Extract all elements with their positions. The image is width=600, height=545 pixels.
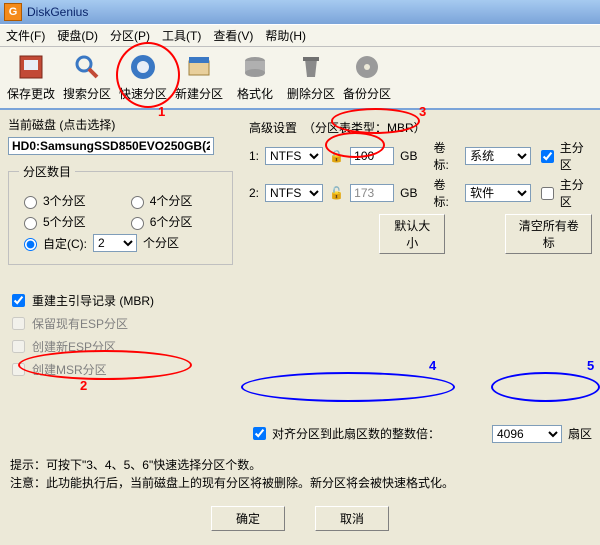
annot-circle-5 bbox=[491, 372, 600, 402]
tool-search[interactable]: 搜索分区 bbox=[62, 51, 112, 102]
custom-count-select[interactable]: 2 bbox=[93, 234, 137, 252]
annot-circle-3a bbox=[331, 108, 420, 134]
fs-select-2[interactable]: NTFS bbox=[265, 184, 323, 202]
partition-count-group: 分区数目 3个分区 4个分区 5个分区 6个分区 自定(C): 2 个分区 bbox=[8, 163, 233, 265]
tool-backup[interactable]: 备份分区 bbox=[342, 51, 392, 102]
disk-select-input[interactable] bbox=[8, 137, 214, 155]
annot-circle-1 bbox=[116, 42, 180, 108]
primary-chk-2[interactable]: 主分区 bbox=[537, 176, 592, 210]
tool-format[interactable]: 格式化 bbox=[230, 51, 280, 102]
radio-3[interactable]: 3个分区 bbox=[19, 192, 86, 209]
fs-select-1[interactable]: NTFS bbox=[265, 147, 323, 165]
radio-custom[interactable]: 自定(C): bbox=[19, 234, 87, 252]
menu-file[interactable]: 文件(F) bbox=[6, 27, 45, 44]
vol-select-2[interactable]: 软件 bbox=[465, 184, 531, 202]
annot-2: 2 bbox=[80, 378, 87, 393]
default-size-button[interactable]: 默认大小 bbox=[379, 214, 445, 254]
adv-label: 高级设置 bbox=[249, 119, 297, 136]
menu-view[interactable]: 查看(V) bbox=[213, 27, 253, 44]
tip-2: 注意：此功能执行后，当前磁盘上的现有分区将被删除。新分区将会被快速格式化。 bbox=[10, 474, 590, 492]
cancel-button[interactable]: 取消 bbox=[315, 506, 389, 531]
tool-new[interactable]: 新建分区 bbox=[174, 51, 224, 102]
menu-bar: 文件(F) 硬盘(D) 分区(P) 工具(T) 查看(V) 帮助(H) bbox=[0, 24, 600, 47]
menu-disk[interactable]: 硬盘(D) bbox=[57, 27, 98, 44]
chk-mbr[interactable]: 重建主引导记录 (MBR) bbox=[8, 291, 233, 310]
app-icon: G bbox=[4, 3, 22, 21]
toolbar: 保存更改 搜索分区 快速分区 新建分区 格式化 删除分区 备份分区 bbox=[0, 47, 600, 110]
primary-chk-1[interactable]: 主分区 bbox=[537, 139, 592, 173]
sector-select[interactable]: 4096 bbox=[492, 425, 562, 443]
tip-1: 提示：可按下"3、4、5、6"快速选择分区个数。 bbox=[10, 456, 590, 474]
annot-3: 3 bbox=[419, 104, 426, 119]
radio-6[interactable]: 6个分区 bbox=[126, 213, 193, 230]
menu-tools[interactable]: 工具(T) bbox=[162, 27, 201, 44]
ok-button[interactable]: 确定 bbox=[211, 506, 285, 531]
title-bar: G DiskGenius bbox=[0, 0, 600, 24]
annot-5: 5 bbox=[587, 358, 594, 373]
align-checkbox[interactable]: 对齐分区到此扇区数的整数倍： bbox=[249, 424, 440, 443]
app-title: DiskGenius bbox=[27, 5, 88, 19]
chk-esp-keep: 保留现有ESP分区 bbox=[8, 314, 233, 333]
vol-select-1[interactable]: 系统 bbox=[465, 147, 531, 165]
partition-row-2: 2: NTFS 🔓 GB 卷标: 软件 主分区 bbox=[249, 176, 592, 210]
unlock-icon: 🔓 bbox=[329, 186, 344, 200]
annot-4: 4 bbox=[429, 358, 436, 373]
radio-5[interactable]: 5个分区 bbox=[19, 213, 86, 230]
annot-circle-2 bbox=[18, 350, 192, 380]
tool-save[interactable]: 保存更改 bbox=[6, 51, 56, 102]
clear-labels-button[interactable]: 清空所有卷标 bbox=[505, 214, 592, 254]
partition-row-1: 1: NTFS 🔒 GB 卷标: 系统 主分区 bbox=[249, 139, 592, 173]
menu-help[interactable]: 帮助(H) bbox=[265, 27, 306, 44]
current-disk-label: 当前磁盘 (点击选择) bbox=[8, 116, 233, 133]
tool-delete[interactable]: 删除分区 bbox=[286, 51, 336, 102]
annot-circle-3b bbox=[325, 132, 385, 158]
annot-circle-4 bbox=[241, 372, 455, 402]
radio-4[interactable]: 4个分区 bbox=[126, 192, 193, 209]
size-input-2[interactable] bbox=[350, 184, 394, 202]
